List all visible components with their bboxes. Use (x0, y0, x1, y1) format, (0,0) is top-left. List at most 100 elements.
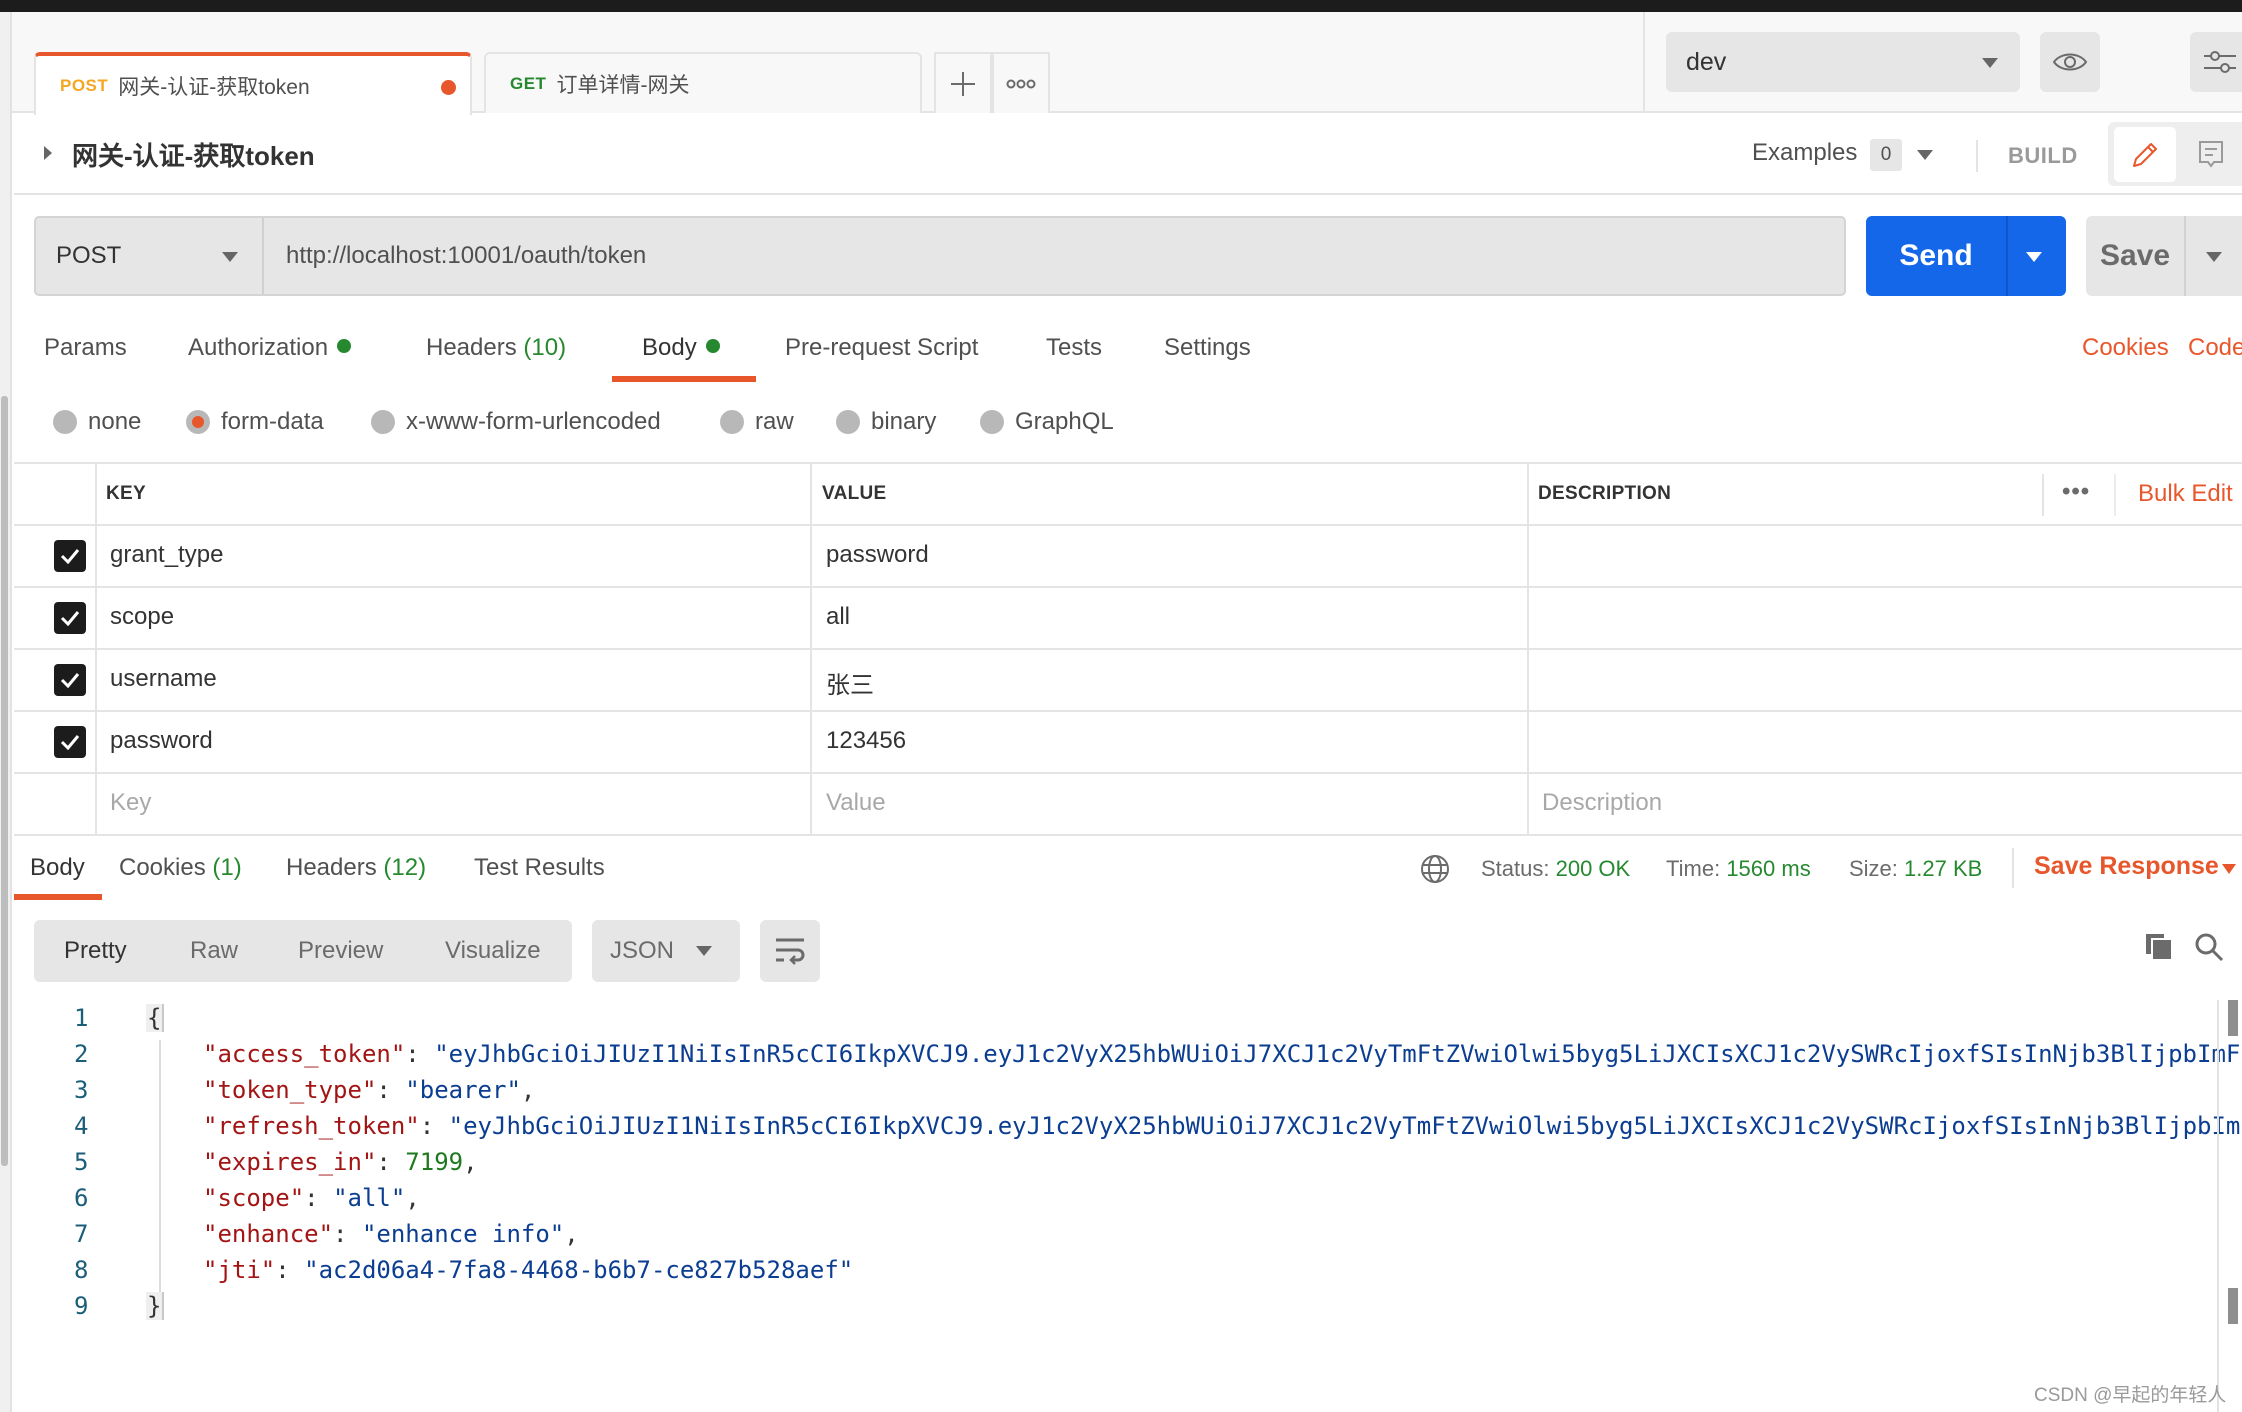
tab-title: 网关-认证-获取token (118, 75, 310, 99)
response-tab-body[interactable]: Body (30, 854, 85, 882)
tab-pre-request-script[interactable]: Pre-request Script (785, 334, 978, 362)
examples-dropdown[interactable]: Examples (1752, 139, 1857, 167)
radio-label: binary (871, 408, 937, 435)
send-button-label[interactable]: Send (1866, 216, 2006, 296)
radio-binary[interactable]: binary (836, 408, 936, 436)
row-checkbox[interactable] (54, 602, 86, 634)
radio-label: none (88, 408, 142, 435)
tab-label: Pre-request Script (785, 334, 979, 361)
globe-icon[interactable] (1420, 854, 1450, 889)
comments-mode-button[interactable] (2180, 127, 2242, 182)
chevron-down-icon (222, 252, 238, 262)
tab-headers[interactable]: Headers (10) (426, 334, 566, 362)
save-options-chevron-icon[interactable] (2206, 252, 2222, 262)
chevron-down-icon[interactable] (1917, 150, 1933, 160)
code-line: { (146, 1004, 2226, 1032)
tab-body[interactable]: Body (642, 334, 720, 362)
examples-count-badge: 0 (1870, 139, 1902, 171)
param-value[interactable]: 张三 (826, 665, 874, 700)
request-tab[interactable]: GET 订单详情-网关 (484, 52, 922, 113)
line-number: 5 (74, 1148, 89, 1176)
param-value[interactable]: all (826, 603, 850, 631)
line-number: 8 (74, 1256, 89, 1284)
request-tab-active[interactable]: POST 网关-认证-获取token (34, 52, 472, 115)
param-value[interactable]: 123456 (826, 727, 906, 755)
line-number: 1 (74, 1004, 89, 1032)
save-response-button[interactable]: Save Response (2034, 852, 2219, 881)
param-key[interactable]: scope (110, 603, 174, 631)
code-line: "refresh_token": "eyJhbGciOiJIUzI1NiIsIn… (203, 1112, 2241, 1140)
code-link[interactable]: Code (2188, 334, 2242, 362)
response-tab-test-results[interactable]: Test Results (474, 854, 605, 882)
tab-options-button[interactable] (992, 52, 1050, 113)
tab-label: Body (642, 334, 697, 361)
method-select[interactable]: POST (36, 218, 264, 294)
format-select[interactable]: JSON (592, 920, 740, 982)
bulk-edit-link[interactable]: Bulk Edit (2138, 480, 2233, 508)
divider (2114, 474, 2116, 516)
response-size: Size: 1.27 KB (1849, 856, 1982, 882)
param-key[interactable]: password (110, 727, 213, 755)
view-mode-raw[interactable]: Raw (190, 920, 238, 982)
left-scrollbar[interactable] (1, 396, 8, 1166)
build-mode-label: BUILD (2008, 143, 2078, 168)
tab-title: 订单详情-网关 (556, 73, 690, 97)
divider (2012, 848, 2014, 888)
wrap-lines-button[interactable] (760, 920, 820, 982)
tab-tests[interactable]: Tests (1046, 334, 1102, 362)
radio-x-www-form-urlencoded[interactable]: x-www-form-urlencoded (371, 408, 661, 436)
cookies-link[interactable]: Cookies (2082, 334, 2169, 362)
manage-environments-button[interactable] (2190, 32, 2242, 92)
tab-params[interactable]: Params (44, 334, 127, 362)
scrollbar-marker[interactable] (2228, 1000, 2238, 1036)
plus-icon (951, 71, 975, 96)
search-icon[interactable] (2194, 932, 2224, 967)
new-value-input[interactable]: Value (826, 789, 886, 817)
new-description-input[interactable]: Description (1542, 789, 1662, 817)
radio-circle (371, 410, 395, 434)
tab-count: (1) (212, 854, 242, 881)
divider (1976, 140, 1978, 172)
chevron-down-icon (1982, 58, 1998, 68)
tab-method-badge: POST (60, 75, 109, 95)
tab-count: (10) (523, 334, 567, 361)
response-tab-headers[interactable]: Headers (12) (286, 854, 426, 882)
tab-authorization[interactable]: Authorization (188, 334, 352, 362)
chevron-down-icon[interactable] (2222, 864, 2236, 874)
row-checkbox[interactable] (54, 664, 86, 696)
row-checkbox[interactable] (54, 726, 86, 758)
json-key: "access_token" (203, 1040, 406, 1068)
environment-quick-look-button[interactable] (2040, 32, 2100, 92)
send-options-chevron-icon[interactable] (2026, 252, 2042, 262)
radio-none[interactable]: none (53, 408, 141, 436)
view-mode-visualize[interactable]: Visualize (445, 920, 541, 982)
new-key-input[interactable]: Key (110, 789, 151, 817)
copy-icon[interactable] (2144, 932, 2174, 967)
row-checkbox[interactable] (54, 540, 86, 572)
table-options-button[interactable]: ••• (2062, 478, 2090, 506)
column-divider (1527, 462, 1529, 836)
view-mode-preview[interactable]: Preview (298, 920, 383, 982)
save-button-label[interactable]: Save (2086, 216, 2184, 296)
line-number: 2 (74, 1040, 89, 1068)
response-tab-cookies[interactable]: Cookies (1) (119, 854, 242, 882)
close-brace: } (146, 1292, 165, 1320)
url-input[interactable] (266, 218, 1844, 294)
new-tab-button[interactable] (934, 52, 992, 113)
edit-mode-button[interactable] (2114, 127, 2176, 182)
scrollbar-marker[interactable] (2228, 1288, 2238, 1324)
radio-graphql[interactable]: GraphQL (980, 408, 1114, 436)
environment-select[interactable]: dev (1666, 32, 2020, 92)
request-title[interactable]: 网关-认证-获取token (72, 136, 315, 173)
view-mode-pretty[interactable]: Pretty (64, 920, 127, 982)
code-line: } (146, 1292, 2226, 1320)
param-key[interactable]: username (110, 665, 217, 693)
radio-raw[interactable]: raw (720, 408, 794, 436)
param-value[interactable]: password (826, 541, 929, 569)
json-key: "token_type" (203, 1076, 377, 1104)
radio-form-data[interactable]: form-data (186, 408, 324, 436)
checkmark-icon (60, 735, 80, 750)
param-key[interactable]: grant_type (110, 541, 223, 569)
caret-right-icon[interactable] (44, 146, 52, 160)
tab-settings[interactable]: Settings (1164, 334, 1251, 362)
